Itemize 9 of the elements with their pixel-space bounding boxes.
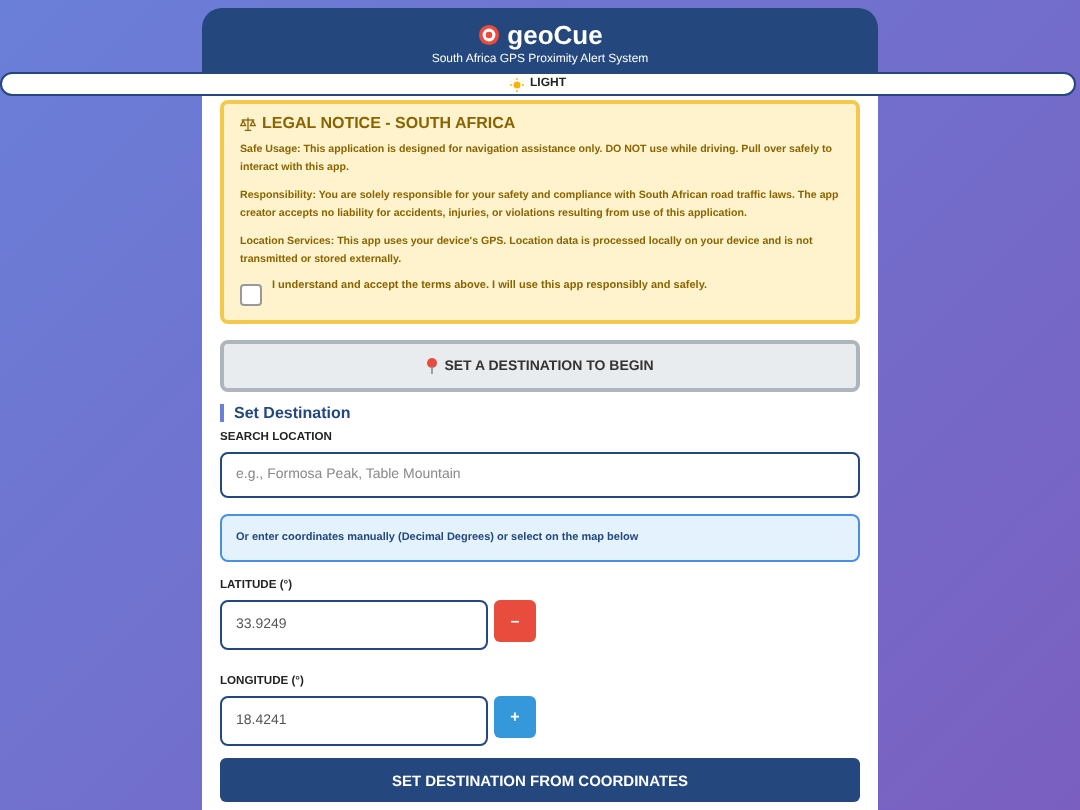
- pin-icon: [426, 358, 439, 374]
- notice-title: LEGAL NOTICE - SOUTH AFRICA: [262, 114, 516, 132]
- accept-checkbox[interactable]: [240, 284, 262, 306]
- app-title: geoCue: [507, 20, 603, 50]
- target-icon: [477, 24, 500, 46]
- sun-icon: [510, 77, 524, 91]
- sign-button[interactable]: –: [494, 600, 536, 642]
- scale-icon: [240, 115, 256, 131]
- section-title: Set Destination: [220, 404, 860, 422]
